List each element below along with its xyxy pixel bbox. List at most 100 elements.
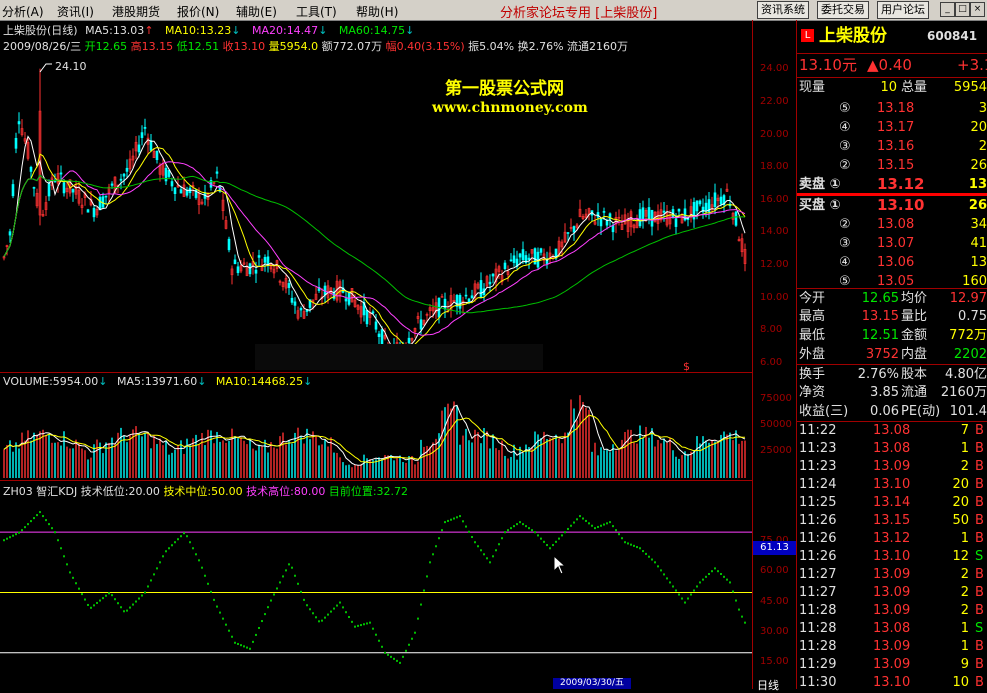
peak-price-label: 24.10 <box>55 60 87 73</box>
candle-body <box>539 248 543 253</box>
kdj-dot <box>459 515 461 518</box>
kdj-dot <box>492 555 494 558</box>
price-chart[interactable]: $ <box>0 54 752 372</box>
stat-value: 2.76% <box>857 367 899 382</box>
forum-button[interactable]: 用户论坛 <box>877 1 929 19</box>
menu-assist[interactable]: 辅助(E) <box>236 3 277 20</box>
price-change: ▲0.40 <box>867 56 912 74</box>
kdj-dot <box>678 593 680 596</box>
kdj-dot <box>537 534 539 537</box>
kdj-dot <box>156 567 158 570</box>
candle-body <box>254 269 258 274</box>
stat-label: 量比 <box>901 309 928 324</box>
tick-row: 11:30 13.10 10 B <box>797 674 987 692</box>
price-axis-tick: 12.00 <box>760 259 789 270</box>
kdj-dot <box>627 542 629 545</box>
minimize-icon[interactable]: _ <box>940 2 955 17</box>
panel-divider-main <box>0 372 752 373</box>
candle-body <box>32 187 36 189</box>
info-system-button[interactable]: 资讯系统 <box>757 1 809 19</box>
bid-row[interactable]: 买盘 ① 13.10 26 <box>797 196 987 215</box>
kdj-dot <box>618 533 620 536</box>
candle-body <box>101 196 105 208</box>
kdj-dot <box>384 651 386 654</box>
kdj-dot <box>402 655 404 658</box>
stat-label: PE(动) <box>901 404 941 419</box>
candle-body <box>734 211 738 226</box>
kdj-dot <box>318 620 320 623</box>
kdj-dot <box>210 590 212 593</box>
kdj-dot <box>150 579 152 582</box>
date-label: 2009/08/26/三 <box>3 40 82 53</box>
kdj-dot <box>144 591 146 594</box>
maximize-icon[interactable]: □ <box>955 2 970 17</box>
kdj-dot <box>72 576 74 579</box>
open-label: 开12.65 <box>84 40 128 53</box>
kdj-dot <box>684 601 686 604</box>
ask-row[interactable]: ④ 13.17 20 <box>797 118 987 137</box>
kdj-dot <box>726 578 728 581</box>
kdj-dot <box>12 534 14 537</box>
volume-label: 量5954.0 <box>268 40 319 53</box>
kdj-chart[interactable] <box>0 498 752 689</box>
kdj-dot <box>642 550 644 553</box>
candle-body <box>518 253 522 258</box>
menu-analysis[interactable]: 分析(A) <box>2 3 44 20</box>
bid-row[interactable]: ② 13.08 34 <box>797 215 987 234</box>
kdj-dot <box>93 604 95 607</box>
panel-divider-volume <box>0 480 752 481</box>
book-price: 13.18 <box>877 101 915 116</box>
candle-body <box>365 310 369 325</box>
stat-label: 流通 <box>901 385 928 400</box>
stat-value: 4.80亿 <box>945 367 987 382</box>
kdj-dot <box>504 531 506 534</box>
candle-body <box>290 297 294 303</box>
ask-row[interactable]: 卖盘 ① 13.12 13 <box>797 175 987 194</box>
ask-row[interactable]: ③ 13.16 2 <box>797 137 987 156</box>
candle-body <box>641 207 645 220</box>
ask-row[interactable]: ⑤ 13.18 3 <box>797 99 987 118</box>
bid-row[interactable]: ④ 13.06 13 <box>797 253 987 272</box>
menu-hk-futures[interactable]: 港股期货 <box>112 3 160 20</box>
kdj-dot <box>129 606 131 609</box>
kdj-dot <box>483 553 485 556</box>
candle-body <box>293 301 297 306</box>
kdj-dot <box>462 520 464 523</box>
kdj-dot <box>186 535 188 538</box>
kdj-dot <box>228 629 230 632</box>
kdj-dot <box>339 601 341 604</box>
menu-help[interactable]: 帮助(H) <box>356 3 398 20</box>
menu-quote[interactable]: 报价(N) <box>177 3 219 20</box>
kdj-dot <box>513 525 515 528</box>
kdj-dot <box>138 597 140 600</box>
kdj-dot <box>279 581 281 584</box>
book-level: 卖盘 ① <box>799 177 841 192</box>
volume-chart[interactable] <box>0 390 752 478</box>
kdj-dot <box>411 637 413 640</box>
trade-button[interactable]: 委托交易 <box>817 1 869 19</box>
candle-body <box>170 181 174 187</box>
kdj-dot <box>612 525 614 528</box>
kdj-dot <box>264 613 266 616</box>
kdj-axis-tick: 45.00 <box>760 595 789 607</box>
menu-info[interactable]: 资讯(I) <box>57 3 94 20</box>
bid-row[interactable]: ③ 13.07 41 <box>797 234 987 253</box>
close-icon[interactable]: × <box>970 2 985 17</box>
candle-body <box>215 171 219 174</box>
kdj-dot <box>744 621 746 624</box>
kdj-dot <box>489 561 491 564</box>
candle-body <box>662 210 666 213</box>
kdj-dot <box>291 566 293 569</box>
kdj-dot <box>735 599 737 602</box>
candle-body <box>512 255 516 263</box>
kdj-dot <box>441 529 443 532</box>
ask-row[interactable]: ② 13.15 26 <box>797 156 987 175</box>
kdj-dot <box>567 527 569 530</box>
cursor-value-badge: 61.13 <box>753 541 796 555</box>
redaction-block <box>255 344 543 370</box>
chart-axis-divider <box>752 20 753 689</box>
menu-tools[interactable]: 工具(T) <box>296 3 337 20</box>
candle-body <box>233 259 237 265</box>
kdj-dot <box>42 515 44 518</box>
candle-body <box>458 295 462 309</box>
